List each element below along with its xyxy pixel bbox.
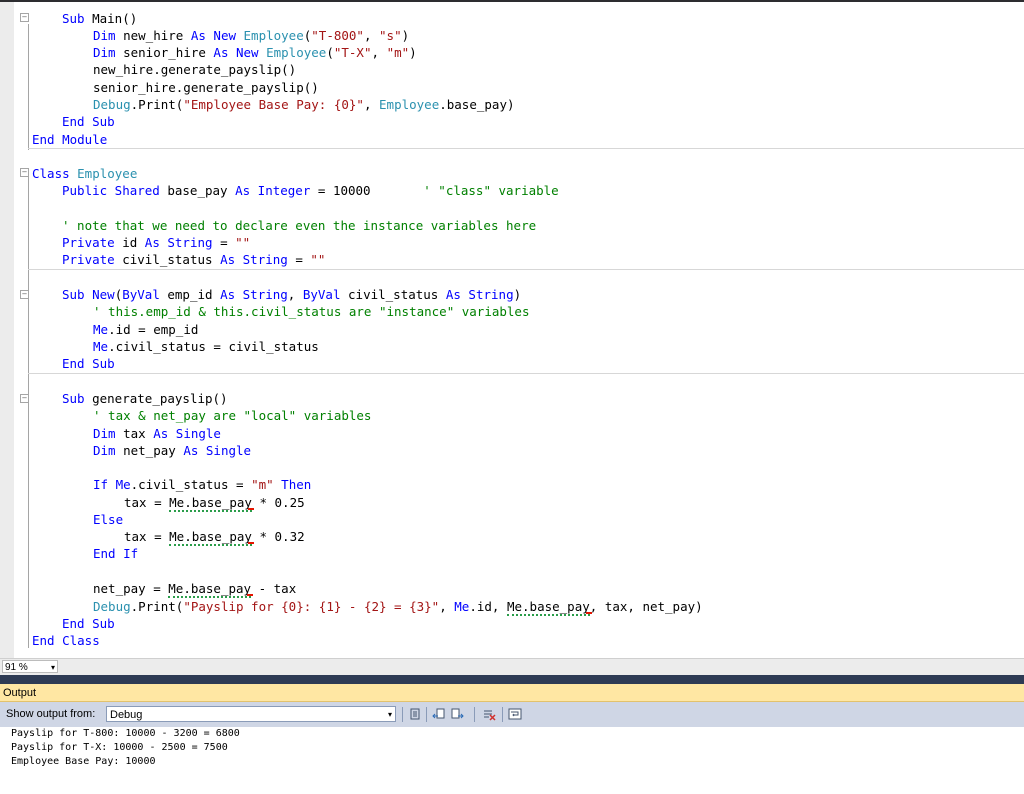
outline-guide	[28, 24, 29, 150]
code-line: Else	[93, 512, 124, 527]
zoom-level: 91 %	[5, 662, 28, 673]
code-line: Debug.Print("Employee Base Pay: {0}", Em…	[93, 97, 515, 112]
output-source-select[interactable]: Debug ▾	[106, 706, 396, 722]
output-text-area[interactable]: Payslip for T-800: 10000 - 3200 = 6800 P…	[0, 727, 1024, 794]
chevron-down-icon[interactable]: ▾	[388, 707, 392, 723]
code-line: Me.id = emp_id	[93, 322, 199, 337]
collapse-sub-new-icon[interactable]: −	[20, 290, 29, 299]
collapse-generate-payslip-icon[interactable]: −	[20, 394, 29, 403]
next-message-icon[interactable]	[450, 707, 464, 721]
previous-message-icon[interactable]	[432, 707, 446, 721]
code-line: End If	[93, 546, 139, 561]
code-line: Sub Main()	[62, 11, 138, 26]
code-line: new_hire.generate_payslip()	[93, 62, 297, 77]
code-line: senior_hire.generate_payslip()	[93, 80, 319, 95]
warning-squiggle[interactable]: Me.base_pay	[169, 529, 252, 546]
code-line: Sub New(ByVal emp_id As String, ByVal ci…	[62, 287, 522, 302]
procedure-separator	[28, 148, 1024, 149]
code-line: Dim senior_hire As New Employee("T-X", "…	[93, 45, 417, 60]
code-line: Debug.Print("Payslip for {0}: {1} - {2} …	[93, 599, 703, 616]
code-line: Dim new_hire As New Employee("T-800", "s…	[93, 28, 410, 43]
pane-splitter[interactable]	[0, 675, 1024, 684]
code-line: Dim net_pay As Single	[93, 443, 252, 458]
code-line: ' tax & net_pay are "local" variables	[93, 408, 372, 423]
code-line: Public Shared base_pay As Integer = 1000…	[62, 183, 559, 198]
chevron-down-icon[interactable]: ▾	[51, 661, 55, 674]
toolbar-divider	[426, 707, 427, 722]
code-line: Class Employee	[32, 166, 138, 181]
zoom-dropdown[interactable]: 91 % ▾	[2, 660, 58, 673]
code-line: ' this.emp_id & this.civil_status are "i…	[93, 304, 530, 319]
clear-all-icon[interactable]	[482, 707, 496, 721]
editor-status-bar: 91 % ▾	[0, 658, 1024, 675]
procedure-separator	[28, 373, 1024, 374]
editor-selection-margin[interactable]	[0, 2, 14, 658]
code-line: net_pay = Me.base_pay - tax	[93, 581, 297, 598]
output-toolbar: Show output from: Debug ▾	[0, 702, 1024, 727]
code-line: End Class	[32, 633, 100, 648]
output-line: Payslip for T-X: 10000 - 2500 = 7500	[11, 742, 228, 753]
code-line: ' note that we need to declare even the …	[62, 218, 537, 233]
code-line: End Sub	[62, 356, 115, 371]
code-line: tax = Me.base_pay * 0.25	[124, 495, 305, 512]
collapse-main-icon[interactable]: −	[20, 13, 29, 22]
output-source-value: Debug	[110, 709, 143, 721]
toggle-word-wrap-icon[interactable]	[508, 707, 522, 721]
toolbar-divider	[402, 707, 403, 722]
code-editor[interactable]: − − − − Sub Main() Dim new_hire As New E…	[0, 0, 1024, 658]
collapse-class-icon[interactable]: −	[20, 168, 29, 177]
output-line: Payslip for T-800: 10000 - 3200 = 6800	[11, 728, 240, 739]
code-line: Private id As String = ""	[62, 235, 251, 250]
code-line: End Sub	[62, 616, 115, 631]
show-output-from-label: Show output from:	[6, 708, 96, 720]
toolbar-divider	[502, 707, 503, 722]
code-line: Dim tax As Single	[93, 426, 221, 441]
code-line: Me.civil_status = civil_status	[93, 339, 319, 354]
code-line: Private civil_status As String = ""	[62, 252, 326, 267]
code-line: Sub generate_payslip()	[62, 391, 228, 406]
warning-squiggle[interactable]: Me.base_pay	[506, 599, 590, 616]
code-line: End Sub	[62, 114, 115, 129]
code-line: End Module	[32, 132, 108, 147]
output-line: Employee Base Pay: 10000	[11, 756, 156, 767]
output-panel-header[interactable]: Output	[0, 684, 1024, 702]
code-line: tax = Me.base_pay * 0.32	[124, 529, 305, 546]
warning-squiggle[interactable]: Me.base_pay	[168, 581, 252, 598]
code-line: If Me.civil_status = "m" Then	[93, 477, 312, 492]
outline-guide	[28, 176, 29, 648]
toolbar-divider	[474, 707, 475, 722]
procedure-separator	[28, 269, 1024, 270]
go-to-location-icon[interactable]	[408, 707, 422, 721]
output-panel-title: Output	[3, 687, 37, 699]
editor-top-border	[0, 0, 1024, 2]
warning-squiggle[interactable]: Me.base_pay	[169, 495, 252, 512]
